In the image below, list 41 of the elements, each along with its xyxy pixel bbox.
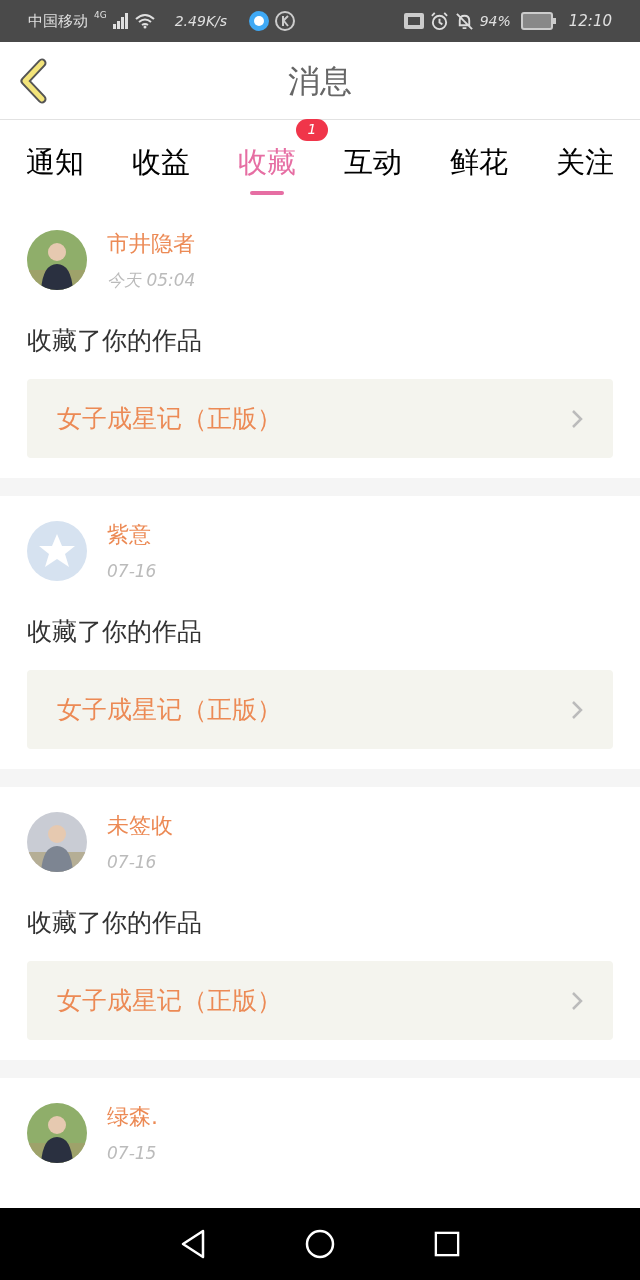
tab[interactable]: 互动: [344, 130, 402, 195]
work-link[interactable]: 女子成星记（正版）: [27, 670, 613, 749]
work-link[interactable]: 女子成星记（正版）: [27, 379, 613, 458]
user-name[interactable]: 未签收: [107, 809, 173, 842]
music-app-icon: [249, 11, 270, 31]
work-link[interactable]: 女子成星记（正版）: [27, 961, 613, 1040]
page-title: 消息: [288, 60, 352, 102]
chevron-right-icon: [571, 699, 583, 720]
message-time: 07-16: [107, 560, 157, 583]
muted-bell-icon: [454, 11, 474, 31]
message-time: 07-15: [107, 1142, 158, 1165]
chevron-right-icon: [571, 990, 583, 1011]
user-name[interactable]: 绿森.: [107, 1100, 158, 1133]
circle-k-icon: [275, 11, 296, 31]
home-nav-icon[interactable]: [305, 1229, 335, 1259]
message-text: 收藏了你的作品: [27, 906, 203, 939]
signal-icon: [112, 13, 129, 29]
alarm-icon: [429, 11, 449, 31]
tab-underline: [250, 190, 284, 195]
back-nav-icon[interactable]: [179, 1229, 206, 1259]
tab[interactable]: 收藏: [238, 130, 296, 195]
network-text: 4G: [94, 9, 107, 22]
message-text: 收藏了你的作品: [27, 324, 203, 357]
speed-text: 2.49K/s: [174, 11, 228, 31]
user-name[interactable]: 市井隐者: [107, 227, 196, 260]
message-time: 今天 05:04: [107, 269, 196, 292]
carrier-text: 中国移动: [28, 10, 88, 32]
tab[interactable]: 收益: [132, 130, 190, 195]
tab[interactable]: 关注: [556, 130, 614, 195]
tab[interactable]: 鲜花: [450, 130, 508, 195]
user-name[interactable]: 紫意: [107, 518, 157, 551]
message-time: 07-16: [107, 851, 158, 874]
recents-nav-icon[interactable]: [434, 1231, 461, 1257]
tab[interactable]: 通知: [26, 130, 84, 195]
battery-percent: 94%: [479, 11, 511, 31]
count-badge: 1: [296, 118, 328, 141]
wifi-icon: [134, 13, 155, 29]
chevron-right-icon: [571, 408, 583, 429]
message-text: 收藏了你的作品: [27, 615, 203, 648]
clock-time: 12:10: [568, 10, 612, 32]
battery-icon: [520, 12, 557, 30]
